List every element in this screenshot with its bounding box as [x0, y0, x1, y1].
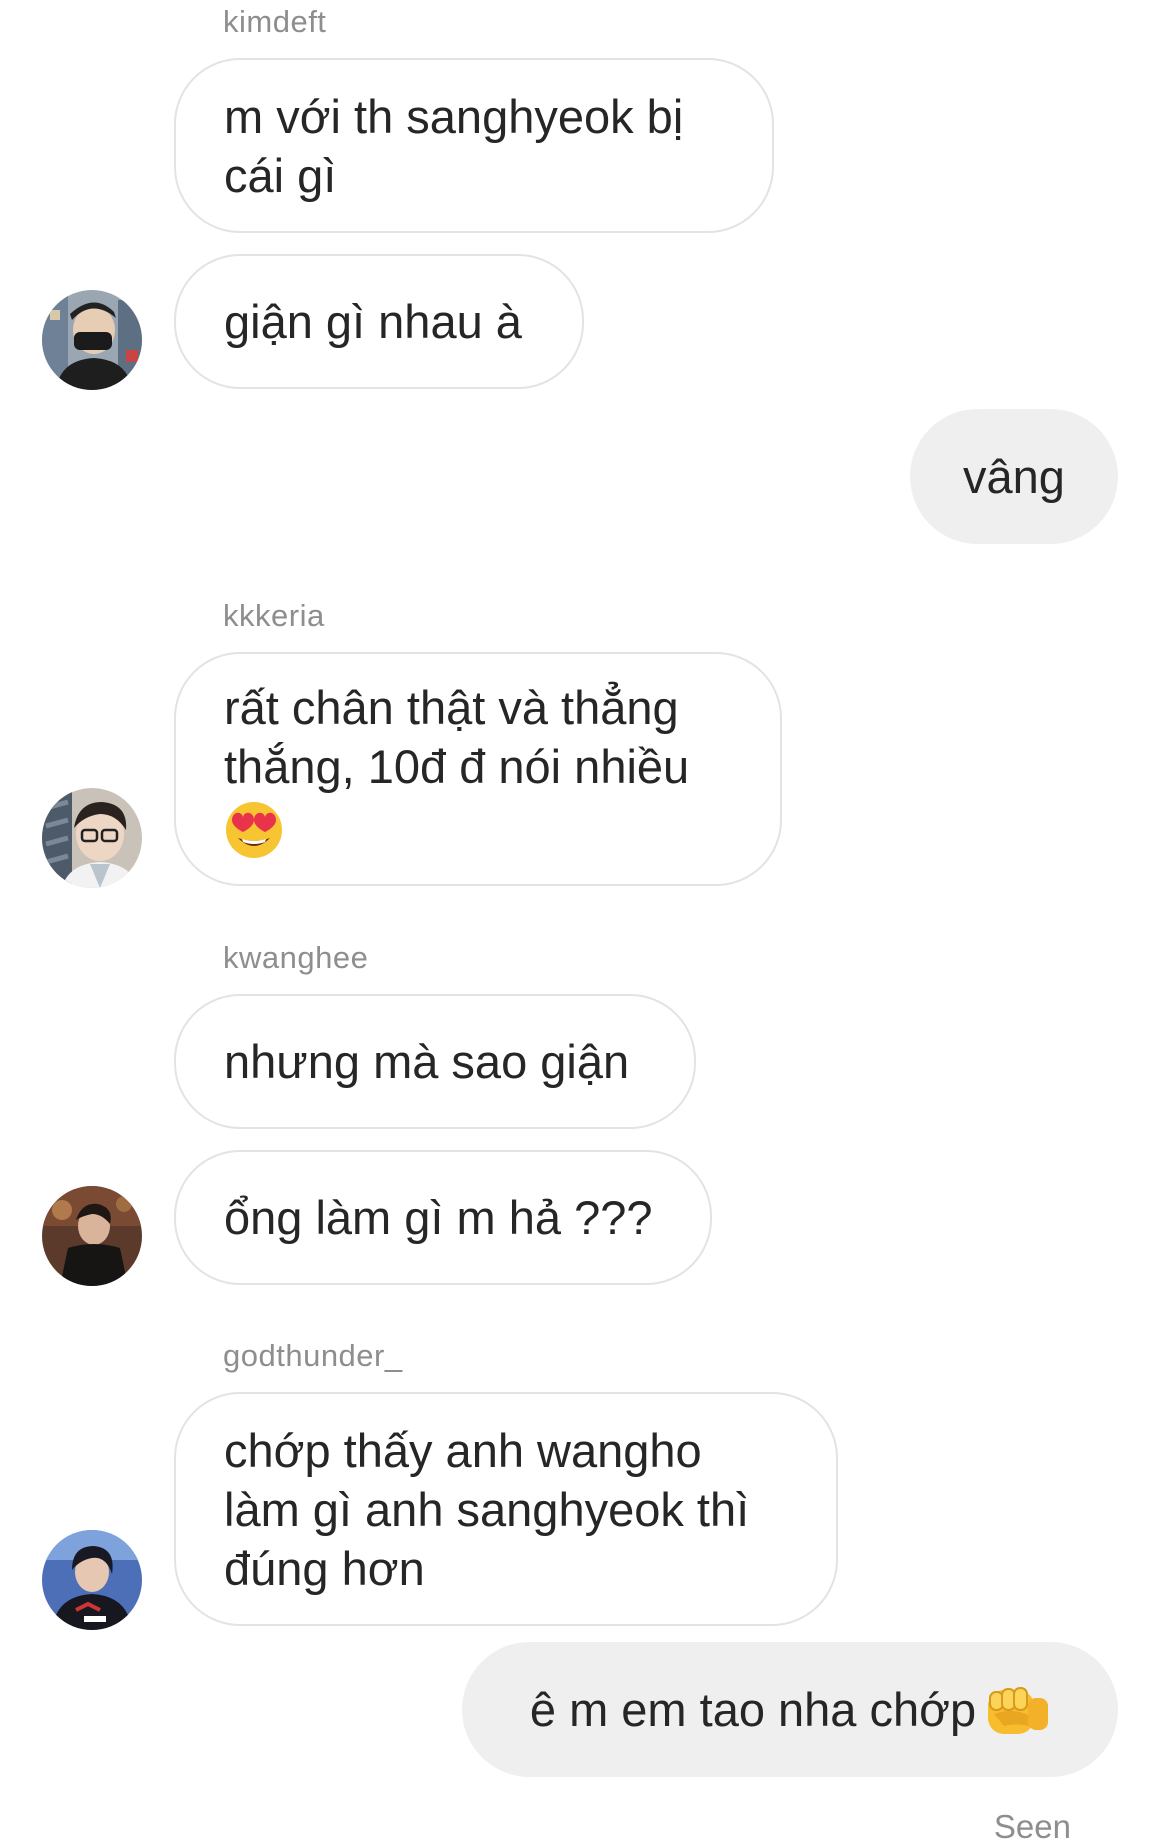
message-text: vâng — [963, 450, 1065, 503]
oncoming-fist-emoji — [988, 1686, 1049, 1734]
sender-username: kwanghee — [223, 940, 369, 975]
seen-status: Seen — [993, 1808, 1071, 1845]
avatar[interactable] — [42, 788, 142, 888]
avatar[interactable] — [42, 1530, 142, 1630]
message-bubble[interactable]: rất chân thật và thẳng thắng, 10đ đ nói … — [174, 652, 782, 886]
my-message-bubble[interactable]: vâng — [910, 409, 1118, 544]
sender-username: kimdeft — [223, 4, 327, 39]
avatar-photo — [42, 1186, 142, 1286]
message-text: thắng, 10đ đ nói nhiều — [224, 740, 690, 794]
sender-username: godthunder_ — [223, 1338, 403, 1373]
message-text: rất chân thật và thẳng — [224, 681, 679, 735]
avatar-photo — [42, 1530, 142, 1630]
my-message-bubble[interactable]: ê m em tao nha chớp — [462, 1642, 1118, 1777]
message-bubble[interactable]: giận gì nhau à — [174, 254, 584, 389]
message-text: ê m em tao nha chớp — [529, 1683, 977, 1736]
sender-username: kkkeria — [223, 598, 325, 633]
message-bubble[interactable]: m với th sanghyeok bị cái gì — [174, 58, 774, 233]
message-text: cái gì — [224, 148, 337, 202]
message-text: nhưng mà sao giận — [224, 1035, 630, 1088]
avatar[interactable] — [42, 290, 142, 390]
message-text: chớp thấy anh wangho — [224, 1423, 702, 1477]
message-text: đúng hơn — [224, 1541, 425, 1595]
message-bubble[interactable]: nhưng mà sao giận — [174, 994, 696, 1129]
message-text: ổng làm gì m hả ??? — [224, 1191, 653, 1244]
message-bubble[interactable]: ổng làm gì m hả ??? — [174, 1150, 712, 1285]
message-bubble[interactable]: chớp thấy anh wangho làm gì anh sanghyeo… — [174, 1392, 838, 1626]
heart-eyes-emoji — [226, 801, 282, 858]
avatar-photo — [42, 290, 142, 390]
avatar[interactable] — [42, 1186, 142, 1286]
message-text: giận gì nhau à — [224, 295, 522, 348]
message-text: m với th sanghyeok bị — [224, 89, 684, 143]
message-text: làm gì anh sanghyeok thì — [224, 1482, 750, 1536]
avatar-photo — [42, 788, 142, 888]
